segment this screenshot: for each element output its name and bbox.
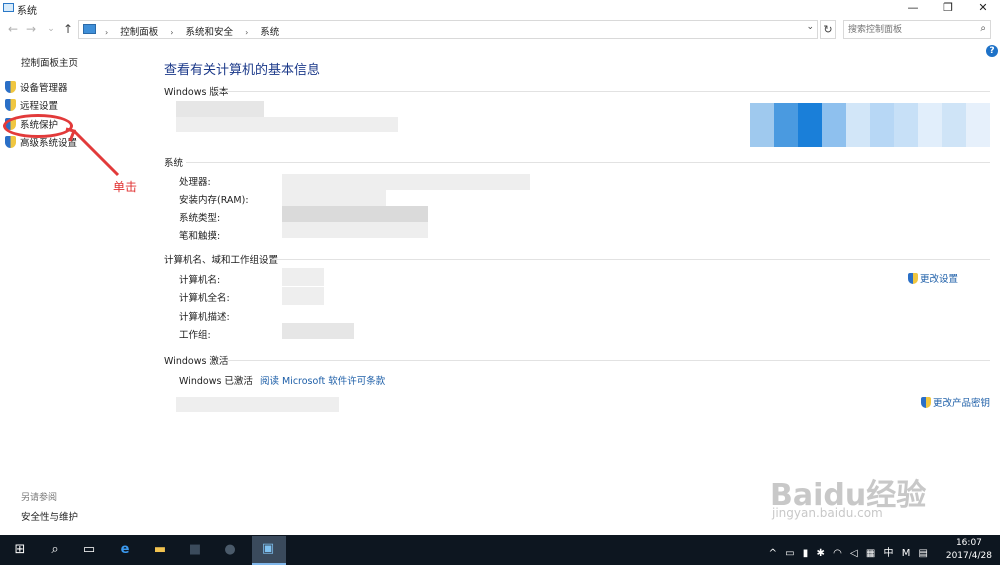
app-icon[interactable]: ● — [220, 541, 240, 559]
recent-locations-icon[interactable]: ⌄ — [44, 22, 58, 36]
redacted-computer-name — [282, 268, 324, 286]
section-system: 系统 — [164, 158, 184, 169]
activation-status: Windows 已激活 阅读 Microsoft 软件许可条款 — [179, 376, 386, 387]
redacted-workgroup — [282, 323, 354, 339]
taskbar: ⊞ ⌕ ▭ e ▬ ■ ● ▣ ^ ▭ ▮ ✱ ◠ ◁ ▦ 中 M ▤ 16:0… — [0, 535, 1000, 565]
processor-label: 处理器: — [179, 177, 211, 188]
control-panel-taskbar-button[interactable]: ▣ — [252, 536, 286, 565]
windows-logo-redacted — [750, 103, 990, 147]
control-panel-icon — [83, 24, 96, 34]
app-icon[interactable]: ■ — [185, 541, 205, 559]
shield-icon — [5, 99, 16, 111]
title-bar: 系统 — ❐ ✕ — [0, 0, 1000, 17]
chevron-down-icon[interactable]: ⌄ — [806, 22, 814, 32]
shield-icon — [5, 136, 16, 148]
license-terms-link[interactable]: 阅读 Microsoft 软件许可条款 — [260, 376, 385, 387]
see-also-heading: 另请参阅 — [21, 493, 58, 503]
breadcrumb: › 控制面板 › 系统和安全 › 系统 — [105, 24, 288, 38]
redacted-pen-touch — [282, 222, 428, 238]
redacted-ram — [282, 190, 386, 206]
breadcrumb-system[interactable]: 系统 — [260, 24, 279, 38]
restore-button[interactable]: ❐ — [933, 0, 963, 17]
navigation-bar: ← → ⌄ ↑ › 控制面板 › 系统和安全 › 系统 ⌄ ↻ ⌕ — [0, 19, 1000, 41]
redacted-edition — [176, 101, 264, 117]
ime-indicator[interactable]: M — [902, 548, 911, 559]
shield-icon — [921, 397, 931, 408]
divider — [186, 162, 990, 163]
close-button[interactable]: ✕ — [968, 0, 998, 17]
volume-icon[interactable]: ◁ — [850, 548, 858, 559]
breadcrumb-control-panel[interactable]: 控制面板 — [120, 24, 158, 38]
description-label: 计算机描述: — [179, 312, 230, 323]
system-icon: ▣ — [261, 541, 275, 556]
redacted-copyright — [176, 117, 398, 132]
up-arrow-icon[interactable]: ↑ — [61, 22, 75, 36]
click-annotation: 单击 — [113, 180, 138, 194]
network-icon[interactable]: ▭ — [785, 548, 794, 559]
wifi-icon[interactable]: ◠ — [833, 548, 842, 559]
help-icon[interactable]: ? — [986, 45, 998, 57]
search-icon[interactable]: ⌕ — [45, 541, 65, 559]
battery-icon[interactable]: ▮ — [803, 548, 809, 559]
system-icon — [3, 3, 14, 12]
page-title: 查看有关计算机的基本信息 — [164, 63, 321, 78]
shield-icon — [908, 273, 918, 284]
redacted-processor — [282, 174, 530, 190]
clock[interactable]: 16:07 2017/4/28 — [946, 537, 992, 563]
system-tray: ^ ▭ ▮ ✱ ◠ ◁ ▦ 中 M ▤ — [764, 544, 928, 559]
task-view-icon[interactable]: ▭ — [79, 541, 99, 559]
chevron-up-icon[interactable]: ^ — [769, 548, 777, 559]
address-bar[interactable]: › 控制面板 › 系统和安全 › 系统 ⌄ — [78, 20, 818, 39]
divider — [214, 91, 990, 92]
full-name-label: 计算机全名: — [179, 293, 230, 304]
section-activation: Windows 激活 — [164, 356, 229, 367]
change-product-key-link[interactable]: 更改产品密钥 — [921, 395, 990, 409]
computer-name-label: 计算机名: — [179, 275, 221, 286]
shield-icon — [5, 81, 16, 93]
minimize-button[interactable]: — — [898, 0, 928, 17]
pen-touch-label: 笔和触摸: — [179, 231, 221, 242]
workgroup-label: 工作组: — [179, 330, 211, 341]
window-title: 系统 — [17, 6, 37, 17]
sidebar-item-remote-settings[interactable]: 远程设置 — [5, 98, 58, 112]
system-type-label: 系统类型: — [179, 213, 221, 224]
forward-arrow-icon[interactable]: → — [24, 22, 38, 36]
security-maintenance-link[interactable]: 安全性与维护 — [21, 509, 78, 523]
back-arrow-icon[interactable]: ← — [6, 22, 20, 36]
search-input[interactable] — [848, 23, 968, 36]
windows-start-icon[interactable]: ⊞ — [10, 541, 30, 559]
language-indicator[interactable]: 中 — [884, 548, 894, 559]
annotation-arrow-icon — [65, 127, 120, 177]
change-settings-link[interactable]: 更改设置 — [908, 271, 958, 285]
bluetooth-icon[interactable]: ✱ — [817, 548, 825, 559]
file-explorer-icon[interactable]: ▬ — [150, 541, 170, 559]
divider — [228, 360, 990, 361]
breadcrumb-system-security[interactable]: 系统和安全 — [186, 24, 234, 38]
redacted-full-name — [282, 287, 324, 305]
edge-icon[interactable]: e — [115, 541, 135, 559]
divider — [272, 259, 990, 260]
keyboard-icon[interactable]: ▦ — [866, 548, 875, 559]
search-icon[interactable]: ⌕ — [980, 23, 986, 34]
redacted-system-type — [282, 206, 428, 222]
ram-label: 安装内存(RAM): — [179, 195, 249, 206]
redacted-product-id — [176, 397, 339, 412]
baidu-watermark: Baidu经验 jingyan.baidu.com — [770, 478, 927, 520]
sidebar-item-device-manager[interactable]: 设备管理器 — [5, 80, 68, 94]
search-box[interactable]: ⌕ — [843, 20, 991, 39]
notification-icon[interactable]: ▤ — [919, 548, 928, 559]
section-computer-name: 计算机名、域和工作组设置 — [164, 255, 279, 266]
refresh-icon[interactable]: ↻ — [820, 20, 836, 39]
control-panel-home-link[interactable]: 控制面板主页 — [21, 55, 78, 69]
